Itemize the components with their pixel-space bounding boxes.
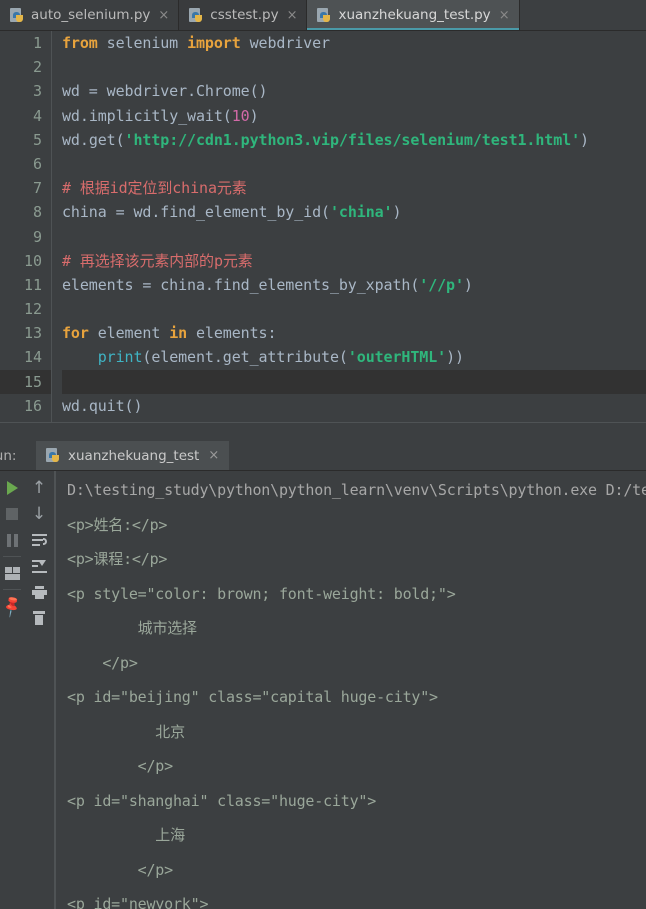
run-left-toolbar: 📌 [0,471,25,909]
console-line: <p id="beijing" class="capital huge-city… [67,688,438,706]
editor-tab-label: auto_selenium.py [31,7,151,23]
console-line: 北京 [67,722,185,741]
pause-icon [6,533,18,547]
run-right-toolbar: ↑ ↓ [24,471,55,909]
next-occurrence-button[interactable]: ↓ [28,501,50,527]
code-line[interactable]: wd = webdriver.Chrome() [62,79,646,103]
scroll-to-end-icon [31,559,47,573]
close-icon[interactable]: × [287,9,298,22]
editor-tab-csstest[interactable]: csstest.py × [179,0,308,30]
code-line[interactable]: for element in elements: [62,321,646,345]
code-line[interactable]: # 再选择该元素内部的p元素 [62,249,646,273]
line-number: 13 [23,324,42,343]
console-line: </p> [67,757,174,775]
editor-tab-xuanzhekuang_test[interactable]: xuanzhekuang_test.py × [307,0,520,30]
stop-button[interactable] [1,501,23,527]
console-output[interactable]: D:\testing_study\python\python_learn\ven… [55,471,646,909]
close-icon[interactable]: × [158,9,169,22]
toolbar-divider [3,556,21,557]
code-line[interactable] [62,297,646,321]
line-number: 15 [0,369,51,394]
line-number: 10 [23,251,42,270]
print-button[interactable] [28,579,50,605]
line-number: 3 [32,82,42,101]
code-line[interactable]: wd.get('http://cdn1.python3.vip/files/se… [62,128,646,152]
rerun-button[interactable] [1,475,23,501]
run-tool-window-body: 📌 ↑ ↓ D:\testing_study\python\python_lea… [0,471,646,909]
stop-icon [6,508,18,520]
toolbar-divider [3,589,21,590]
printer-icon [31,585,47,599]
arrow-down-icon: ↓ [31,503,47,524]
tab-bar-filler [519,0,646,30]
console-line: <p style="color: brown; font-weight: bol… [67,584,456,603]
code-line[interactable]: from selenium import webdriver [62,31,646,55]
pause-button[interactable] [1,527,23,553]
run-tool-window-header: Run: xuanzhekuang_test × [0,441,646,471]
layout-button[interactable] [1,560,23,586]
code-line[interactable] [62,55,646,79]
run-config-tab[interactable]: xuanzhekuang_test × [36,441,230,470]
console-line: </p> [67,653,138,672]
console-line: <p>课程:</p> [67,550,168,568]
run-header-filler [229,441,646,470]
code-editor[interactable]: 1234567891011121314151617 from selenium … [0,31,646,423]
python-file-icon [189,7,204,23]
code-line[interactable] [62,225,646,249]
trash-icon [33,611,45,625]
prev-occurrence-button[interactable]: ↑ [28,475,50,501]
console-line: </p> [67,860,174,879]
code-line[interactable]: wd.quit() [62,394,646,418]
run-tab-label: xuanzhekuang_test [68,447,200,464]
line-number: 6 [32,154,42,173]
arrow-up-icon: ↑ [31,477,47,498]
layout-icon [4,566,20,580]
console-line: D:\testing_study\python\python_learn\ven… [67,481,646,499]
line-number: 16 [23,396,42,415]
console-line: <p>姓名:</p> [67,515,168,534]
line-number: 5 [32,130,42,149]
code-line[interactable]: elements = china.find_elements_by_xpath(… [62,273,646,297]
run-label: Run: [0,447,17,464]
python-file-icon [46,448,61,463]
scroll-to-end-button[interactable] [28,553,50,579]
python-file-icon [317,7,332,23]
editor-bottom-divider [0,422,646,423]
console-line: <p id="shanghai" class="huge-city"> [67,791,377,810]
soft-wrap-button[interactable] [28,527,50,553]
code-line[interactable] [62,152,646,176]
editor-tab-label: csstest.py [210,7,279,23]
code-line[interactable]: wd.implicitly_wait(10) [62,104,646,128]
console-line: <p id="newyork"> [67,895,209,909]
line-number: 1 [32,34,42,52]
line-number: 9 [32,227,42,246]
line-number: 11 [23,275,42,294]
pin-tab-button[interactable]: 📌 [0,592,25,619]
line-number: 8 [32,203,42,222]
soft-wrap-icon [31,534,47,546]
editor-code-area[interactable]: from selenium import webdriver wd = webd… [52,31,646,423]
code-line[interactable]: # 根据id定位到china元素 [62,176,646,200]
editor-tab-label: xuanzhekuang_test.py [338,7,491,23]
code-line[interactable]: print(element.get_attribute('outerHTML')… [62,345,646,369]
line-number: 12 [23,300,42,319]
editor-gutter[interactable]: 1234567891011121314151617 [0,31,52,423]
play-icon [6,481,18,495]
line-number: 2 [32,58,42,77]
editor-run-gap [0,423,646,441]
close-icon[interactable]: × [208,449,219,462]
code-line[interactable] [62,369,646,394]
close-icon[interactable]: × [499,9,510,22]
clear-all-button[interactable] [28,605,50,631]
editor-tab-bar: auto_selenium.py × csstest.py × xuanzhek… [0,0,646,31]
python-file-icon [10,7,25,23]
console-line: 城市选择 [67,619,197,637]
console-line: 上海 [67,826,185,844]
pin-icon: 📌 [0,592,25,619]
line-number: 14 [23,348,42,367]
line-number: 7 [32,179,42,198]
editor-tab-auto_selenium[interactable]: auto_selenium.py × [0,0,180,30]
code-line[interactable]: china = wd.find_element_by_id('china') [62,200,646,224]
line-number: 4 [32,106,42,125]
